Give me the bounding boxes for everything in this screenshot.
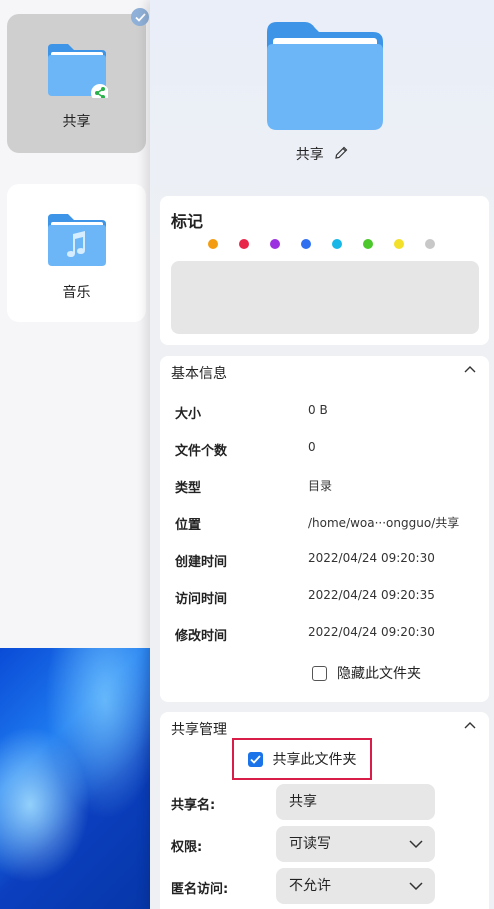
properties-panel: 共享 标记 基本信息 大小 0 B 文件个数 0 类型 目录位置/home/woa···o… — [150, 0, 494, 909]
tag-input-area[interactable] — [171, 261, 479, 334]
info-row: 创建时间 2022/04/24 09:20:30 — [175, 551, 485, 571]
info-row: 大小 0 B — [175, 403, 485, 423]
info-label: 文件个数 — [175, 444, 228, 459]
tag-color-dot[interactable] — [270, 239, 280, 249]
info-label: 访问时间 — [175, 592, 228, 607]
tag-color-list — [208, 239, 435, 249]
anonymous-access-select[interactable]: 不允许 — [276, 868, 435, 904]
info-row: 访问时间 2022/04/24 09:20:35 — [175, 588, 485, 608]
chevron-down-icon — [409, 882, 423, 891]
info-value: 2022/04/24 09:20:35 — [308, 588, 435, 602]
desktop-wallpaper — [0, 648, 150, 909]
info-value: /home/woa···ongguo/共享 — [308, 516, 460, 530]
share-name-value: 共享 — [289, 794, 317, 810]
info-value: 2022/04/24 09:20:30 — [308, 551, 435, 565]
info-row: 文件个数 0 — [175, 440, 485, 460]
file-item-shared[interactable]: 共享 — [7, 14, 146, 153]
chevron-up-icon[interactable] — [464, 365, 476, 373]
share-folder-checkbox[interactable] — [247, 751, 263, 767]
share-folder-option[interactable]: 共享此文件夹 — [232, 738, 372, 780]
edit-icon[interactable] — [334, 146, 348, 164]
info-label: 类型 — [175, 481, 202, 496]
info-row: 位置/home/woa···ongguo/共享 — [175, 514, 485, 534]
chevron-up-icon[interactable] — [464, 721, 476, 729]
hide-folder-label: 隐藏此文件夹 — [337, 666, 421, 682]
file-item-music[interactable]: 音乐 — [7, 184, 146, 322]
info-value: 0 B — [308, 403, 328, 417]
basic-info-title[interactable]: 基本信息 — [171, 363, 227, 383]
file-view: 共享 音乐 — [0, 0, 150, 648]
folder-preview-icon — [267, 22, 383, 130]
hide-folder-option[interactable]: 隐藏此文件夹 — [312, 663, 421, 683]
tag-color-dot[interactable] — [208, 239, 218, 249]
permission-value: 可读写 — [289, 836, 331, 852]
info-label: 创建时间 — [175, 555, 228, 570]
info-value: 2022/04/24 09:20:30 — [308, 625, 435, 639]
info-row: 修改时间 2022/04/24 09:20:30 — [175, 625, 485, 645]
folder-icon — [48, 44, 108, 98]
tag-color-dot[interactable] — [394, 239, 404, 249]
info-label: 修改时间 — [175, 629, 228, 644]
basic-info-card: 基本信息 大小 0 B 文件个数 0 类型 目录位置/home/woa···ongguo/… — [160, 356, 489, 702]
tags-card: 标记 — [160, 196, 489, 345]
anonymous-access-value: 不允许 — [289, 878, 331, 894]
share-management-card: 共享管理 共享此文件夹 共享名: 共享 权限: 可读写 匿名访问: 不允许 — [160, 712, 489, 909]
share-name-label: 共享名: — [171, 798, 216, 813]
hide-folder-checkbox[interactable] — [312, 665, 327, 681]
tags-title: 标记 — [171, 212, 204, 231]
permission-label: 权限: — [171, 840, 203, 855]
info-value: 目录 — [308, 479, 333, 493]
tag-color-dot[interactable] — [301, 239, 311, 249]
share-name-input[interactable]: 共享 — [276, 784, 435, 820]
file-name: 共享 — [62, 114, 91, 130]
tag-color-dot[interactable] — [425, 239, 435, 249]
info-row: 类型 目录 — [175, 477, 485, 497]
selected-check-icon — [131, 8, 149, 26]
file-name: 音乐 — [62, 285, 91, 301]
folder-title: 共享 — [150, 144, 494, 164]
info-label: 位置 — [175, 518, 202, 533]
share-folder-label: 共享此文件夹 — [272, 752, 357, 768]
tag-color-dot[interactable] — [363, 239, 373, 249]
tag-color-dot[interactable] — [332, 239, 342, 249]
info-label: 大小 — [175, 407, 202, 422]
anonymous-access-label: 匿名访问: — [171, 882, 229, 897]
permission-select[interactable]: 可读写 — [276, 826, 435, 862]
music-folder-icon — [48, 214, 106, 266]
share-management-title[interactable]: 共享管理 — [171, 719, 227, 739]
info-value: 0 — [308, 440, 316, 454]
tag-color-dot[interactable] — [239, 239, 249, 249]
chevron-down-icon — [409, 840, 423, 849]
folder-name: 共享 — [295, 147, 324, 163]
